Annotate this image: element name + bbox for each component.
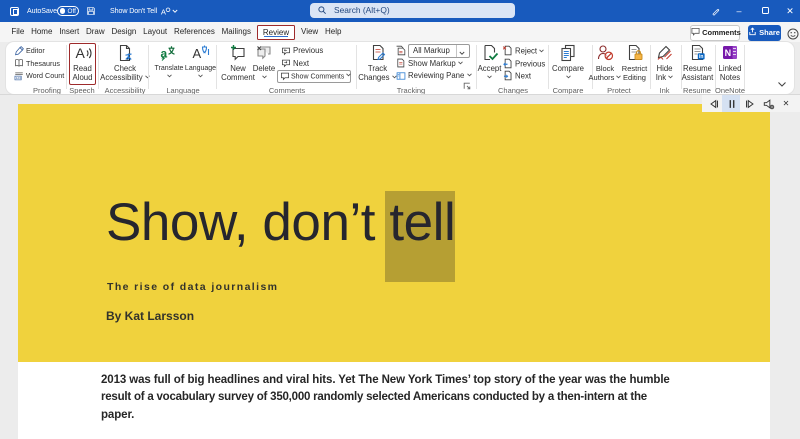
svg-text:N: N: [725, 48, 732, 58]
svg-text:A: A: [161, 7, 167, 16]
svg-text:A: A: [192, 46, 201, 61]
svg-text:123: 123: [16, 76, 21, 80]
svg-text:in: in: [699, 54, 703, 60]
